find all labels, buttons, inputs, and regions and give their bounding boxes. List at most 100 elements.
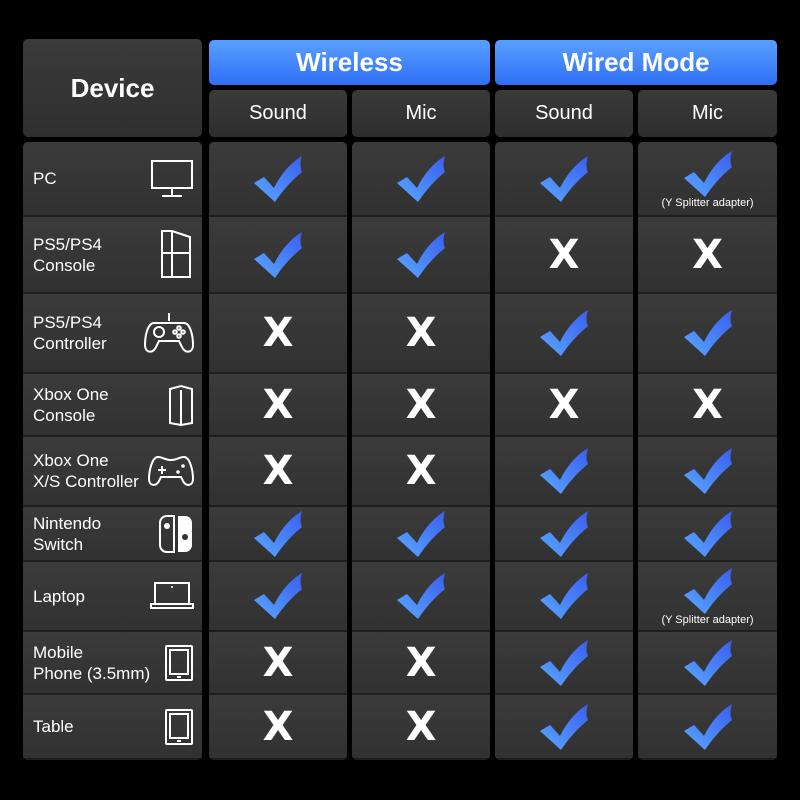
check-icon (395, 571, 447, 621)
wired-mic-column: (Y Splitter adapter) X X (Y Splitter adapte… (638, 142, 777, 760)
cross-icon: X (262, 381, 294, 428)
support-cell: X (352, 374, 490, 437)
device-name: Table (33, 717, 74, 736)
device-cell: Xbox One Console (23, 374, 202, 437)
xbox-controller-icon (148, 454, 194, 488)
cross-icon: X (692, 231, 723, 278)
column-label: Mic (691, 102, 724, 124)
check-icon (682, 509, 734, 559)
support-cell: X (209, 437, 347, 507)
device-cell: Table (23, 695, 202, 760)
support-cell (209, 562, 347, 632)
wireless-sound-column: XXXXX (209, 142, 347, 760)
wired-header: Wired Mode (495, 40, 777, 85)
support-cell: (Y Splitter adapter) (638, 562, 777, 632)
device-cell: Laptop (23, 562, 202, 632)
tablet-icon (164, 644, 194, 682)
support-cell (352, 562, 490, 632)
support-cell (209, 142, 347, 217)
check-icon (395, 154, 447, 204)
wireless-label: Wireless (296, 47, 403, 77)
check-icon (395, 230, 447, 280)
wireless-sound-header: Sound (209, 90, 347, 137)
check-icon (538, 446, 590, 496)
wired-mic-header: Mic (638, 90, 777, 137)
xbox-console-icon (168, 384, 194, 426)
cross-icon: X (405, 703, 437, 750)
column-label: Sound (535, 102, 593, 124)
support-cell (638, 507, 777, 562)
device-header-label: Device (70, 72, 155, 103)
console-icon (158, 229, 194, 281)
cross-icon: X (548, 231, 580, 278)
switch-icon (158, 514, 194, 554)
check-icon (538, 638, 590, 688)
check-icon (538, 308, 590, 358)
wired-label: Wired Mode (562, 47, 710, 77)
cross-icon: X (405, 310, 437, 356)
cross-icon: X (692, 381, 723, 428)
check-icon (682, 149, 734, 199)
support-cell: X (495, 217, 633, 294)
support-cell (638, 437, 777, 507)
check-icon (252, 230, 304, 280)
cell-note: (Y Splitter adapter) (661, 614, 754, 626)
cell-note: (Y Splitter adapter) (661, 196, 754, 209)
support-cell (495, 507, 633, 562)
column-label: Sound (249, 102, 307, 124)
device-name: Laptop (33, 586, 85, 606)
device-name: PC (33, 169, 57, 188)
device-name: Xbox One X/S Controller (33, 451, 139, 491)
device-cell: Nintendo Switch (23, 507, 202, 562)
device-name: Nintendo Switch (33, 513, 102, 554)
wireless-mic-column: XXXXX (352, 142, 490, 760)
device-cell: PC (23, 142, 202, 217)
cross-icon: X (262, 448, 294, 494)
cross-icon: X (262, 639, 294, 686)
support-cell (209, 507, 347, 562)
device-name: PS5/PS4 Console (33, 234, 102, 275)
column-label: Mic (405, 102, 437, 124)
support-cell (352, 217, 490, 294)
wired-sound-column: XX (495, 142, 633, 760)
cross-icon: X (548, 381, 580, 428)
cross-icon: X (262, 703, 294, 750)
device-cell: PS5/PS4 Console (23, 217, 202, 294)
support-cell: X (352, 294, 490, 374)
check-icon (538, 571, 590, 621)
device-header: Device (23, 39, 202, 137)
support-cell (638, 632, 777, 695)
check-icon (538, 702, 590, 752)
cross-icon: X (405, 381, 437, 428)
support-cell (495, 437, 633, 507)
device-cell: Mobile Phone (3.5mm) (23, 632, 202, 695)
support-cell: X (638, 374, 777, 437)
support-cell: X (352, 437, 490, 507)
support-cell (495, 142, 633, 217)
check-icon (538, 154, 590, 204)
wireless-header: Wireless (209, 40, 490, 85)
check-icon (682, 638, 734, 688)
check-icon (252, 571, 304, 621)
support-cell: X (352, 695, 490, 760)
support-cell (495, 695, 633, 760)
support-cell (638, 695, 777, 760)
support-cell: X (638, 217, 777, 294)
support-cell (352, 507, 490, 562)
check-icon (682, 566, 734, 616)
check-icon (682, 446, 734, 496)
device-name: Mobile Phone (3.5mm) (33, 642, 151, 683)
cross-icon: X (405, 448, 437, 494)
device-name: Xbox One Console (33, 384, 109, 425)
support-cell (495, 294, 633, 374)
device-column: PC PS5/PS4 Console PS5/PS4 Controller Xbox … (23, 142, 202, 760)
device-name: PS5/PS4 Controller (33, 313, 107, 353)
support-cell: X (495, 374, 633, 437)
wireless-mic-header: Mic (352, 90, 490, 137)
cross-icon: X (405, 639, 437, 686)
support-cell (209, 217, 347, 294)
support-cell (495, 632, 633, 695)
device-cell: Xbox One X/S Controller (23, 437, 202, 507)
device-cell: PS5/PS4 Controller (23, 294, 202, 374)
support-cell: X (209, 695, 347, 760)
